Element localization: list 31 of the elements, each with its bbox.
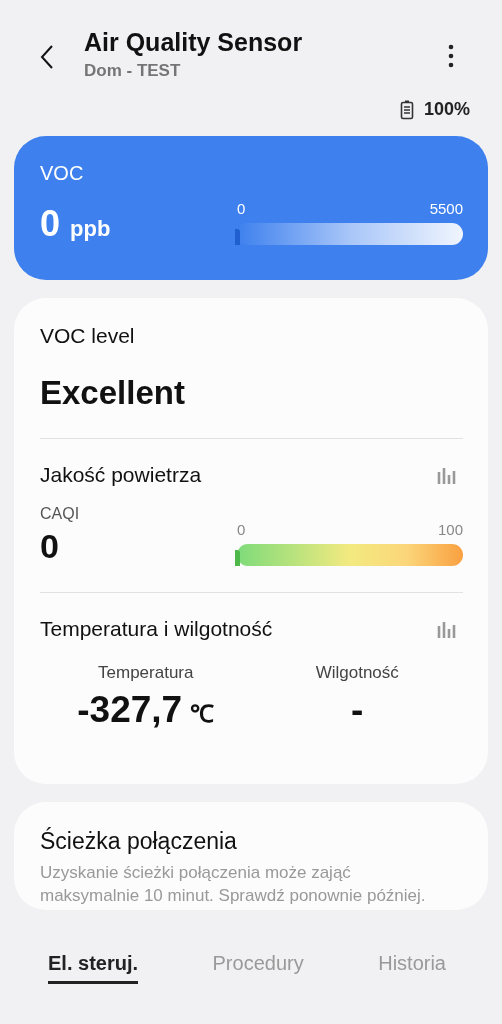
- reading-label: Wilgotność: [314, 663, 400, 683]
- section-title: Jakość powietrza: [40, 463, 202, 487]
- connection-description: Uzyskanie ścieżki połączenia może zająć maksymalnie 10 minut. Sprawdź ponownie później.: [40, 862, 427, 907]
- reading-unit: ℃: [190, 700, 215, 727]
- caqi-label: CAQI: [40, 505, 80, 523]
- voc-label: VOC: [40, 162, 85, 185]
- caqi-value: 0: [40, 527, 60, 566]
- gauge-max: 100: [437, 521, 463, 538]
- voc-value: 0: [40, 203, 61, 245]
- tab[interactable]: El. steruj.: [48, 952, 139, 984]
- voc-unit: ppb: [70, 216, 111, 242]
- page-title: Air Quality Sensor: [84, 28, 304, 57]
- bar-chart-icon[interactable]: [437, 466, 457, 484]
- gauge-min: 0: [237, 521, 246, 538]
- location-subtitle: Dom - TEST: [84, 61, 182, 81]
- reading-value: -327,7: [77, 689, 183, 730]
- gauge-max: 5500: [429, 200, 463, 217]
- voc-level-label: VOC level: [40, 324, 136, 348]
- reading-value: -: [351, 689, 364, 730]
- back-icon[interactable]: [40, 44, 54, 70]
- section-title: Temperatura i wilgotność: [40, 617, 273, 641]
- battery-percentage: 100%: [423, 99, 470, 120]
- bar-chart-icon[interactable]: [437, 620, 457, 638]
- tab[interactable]: Procedury: [212, 952, 304, 984]
- tab[interactable]: Historia: [378, 952, 446, 984]
- reading-label: Temperatura: [97, 663, 195, 683]
- battery-icon: [399, 99, 414, 120]
- gauge-min: 0: [237, 200, 246, 217]
- voc-level-value: Excellent: [40, 374, 186, 412]
- more-options-icon[interactable]: [448, 44, 454, 68]
- connection-title: Ścieżka połączenia: [40, 828, 238, 855]
